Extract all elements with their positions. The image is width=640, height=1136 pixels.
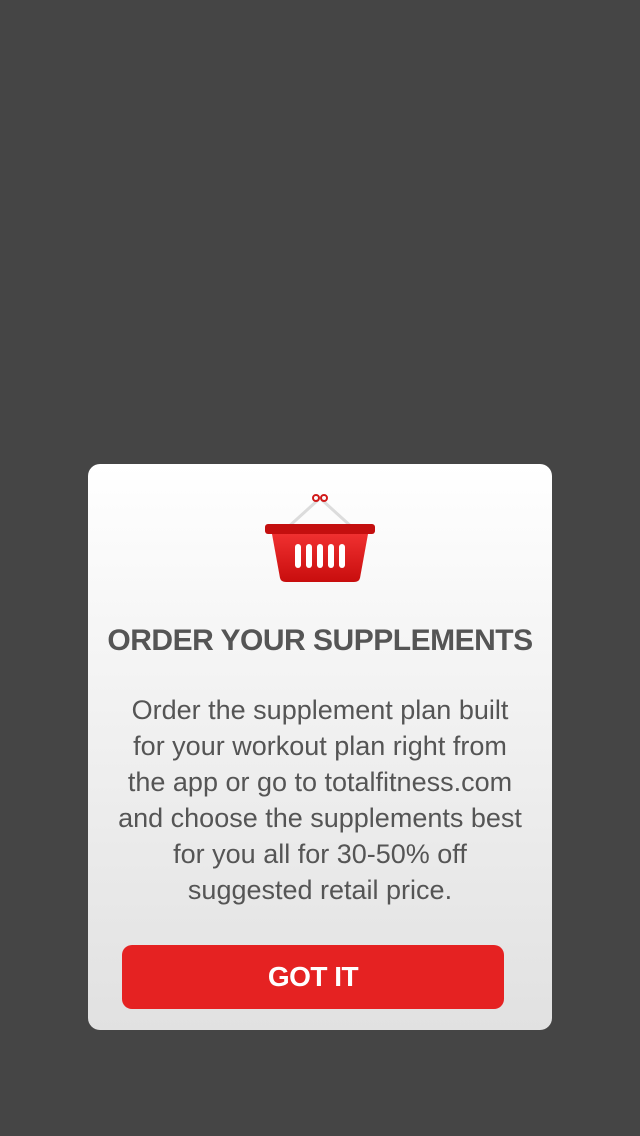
shopping-basket-icon xyxy=(265,494,375,582)
dialog-message-line: for your workout plan right from xyxy=(133,731,507,761)
dialog-message-line: and choose the supplements best xyxy=(118,803,522,833)
supplements-dialog: ORDER YOUR SUPPLEMENTS Order the supplem… xyxy=(88,464,552,1030)
dialog-message-line: Order the supplement plan built xyxy=(131,695,509,725)
got-it-button[interactable]: GOT IT xyxy=(122,945,504,1009)
dialog-message: Order the supplement plan built for your… xyxy=(104,692,536,908)
dialog-message-line: suggested retail price. xyxy=(187,875,453,905)
dialog-title: ORDER YOUR SUPPLEMENTS xyxy=(107,624,533,657)
dialog-message-line: the app or go to totalfitness.com xyxy=(127,767,513,797)
dialog-message-line: for you all for 30-50% off xyxy=(173,839,467,869)
